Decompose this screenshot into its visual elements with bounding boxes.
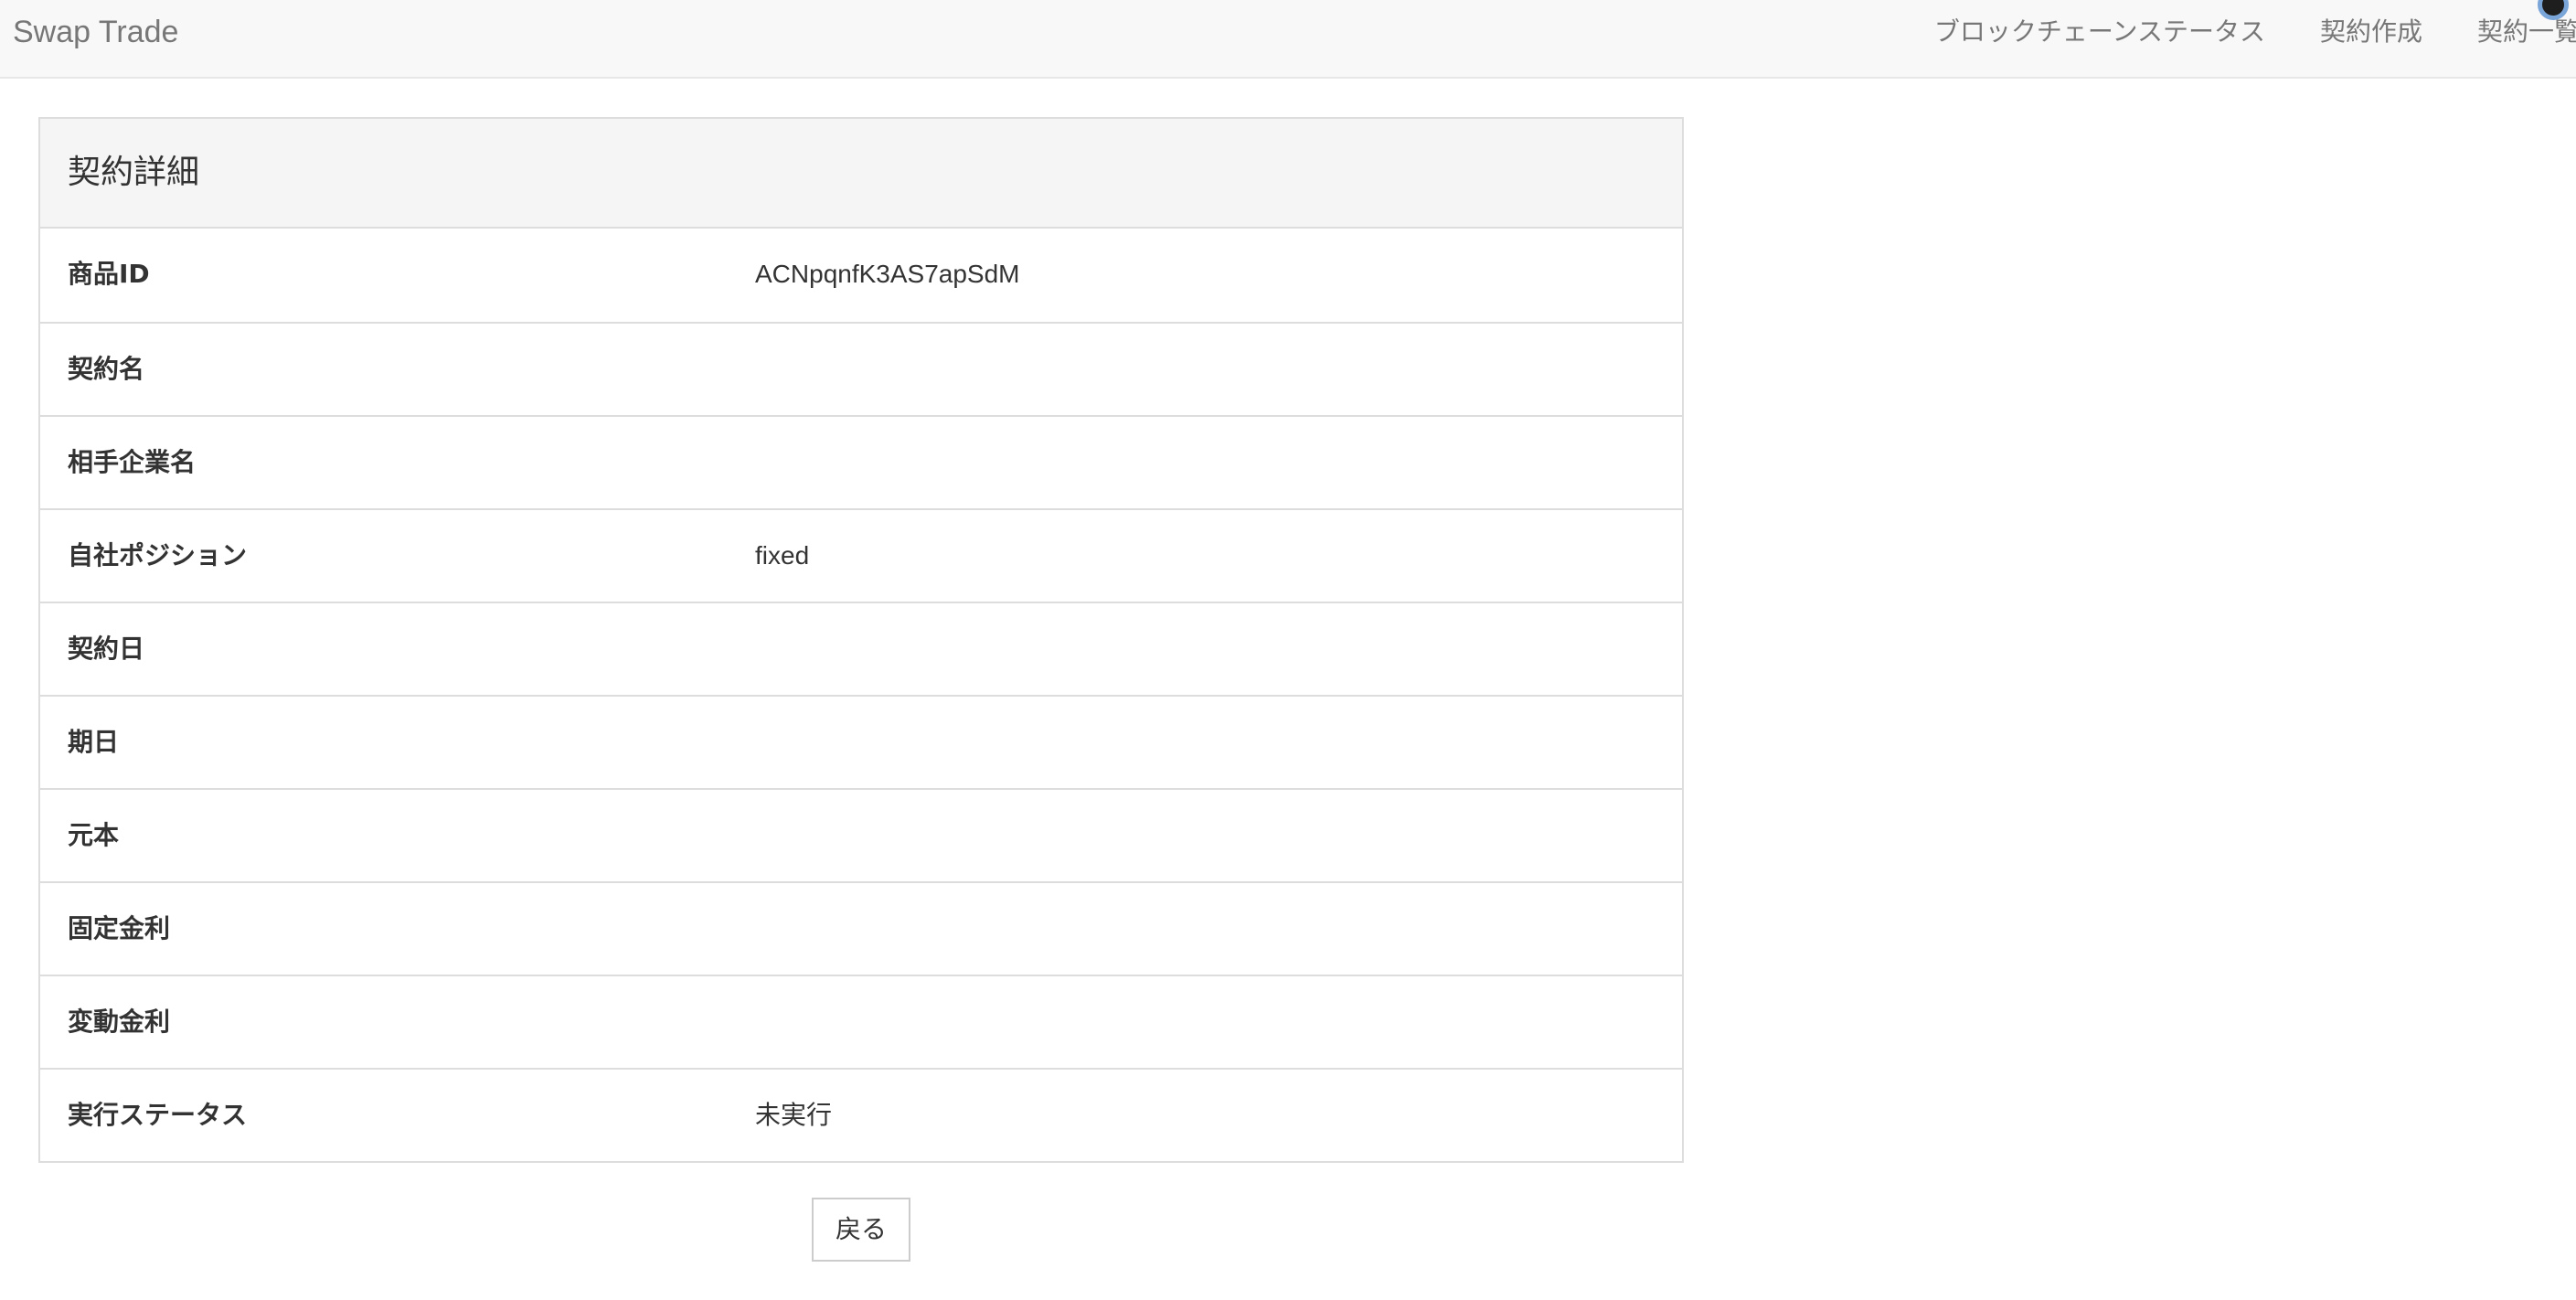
row-value: fixed [755,541,810,570]
row-label: 商品ID [68,259,150,289]
row-label: 契約日 [68,634,145,664]
detail-row-own-position: 自社ポジション fixed [40,508,1682,602]
detail-row-due-date: 期日 [40,695,1682,788]
row-label: 実行ステータス [68,1100,248,1130]
nav-link-blockchain-status[interactable]: ブロックチェーンステータス [1934,0,2265,64]
detail-row-principal: 元本 [40,788,1682,881]
navbar: Swap Trade ブロックチェーンステータス 契約作成 契約一覧 [0,0,2576,79]
detail-table: 商品ID ACNpqnfK3AS7apSdM 契約名 相手企業名 自社ポジション… [40,229,1682,1161]
row-label: 相手企業名 [68,447,197,477]
panel-title: 契約詳細 [40,119,1682,229]
back-button[interactable]: 戻る [812,1198,910,1262]
detail-row-fixed-rate: 固定金利 [40,881,1682,975]
detail-row-contract-date: 契約日 [40,602,1682,695]
row-value: 未実行 [755,1101,833,1129]
detail-row-floating-rate: 変動金利 [40,975,1682,1068]
row-label: 契約名 [68,354,145,384]
row-label: 元本 [68,820,120,850]
brand-link[interactable]: Swap Trade [13,0,178,79]
row-label: 固定金利 [68,913,171,943]
row-label: 自社ポジション [68,540,248,570]
row-label: 変動金利 [68,1007,171,1037]
detail-row-product-id: 商品ID ACNpqnfK3AS7apSdM [40,229,1682,322]
row-label: 期日 [68,727,120,757]
detail-row-counterparty: 相手企業名 [40,415,1682,508]
contract-detail-panel: 契約詳細 商品ID ACNpqnfK3AS7apSdM 契約名 相手企業名 自社… [38,117,1684,1163]
nav-links: ブロックチェーンステータス 契約作成 契約一覧 [1934,0,2576,79]
detail-row-contract-name: 契約名 [40,322,1682,415]
row-value: ACNpqnfK3AS7apSdM [755,260,1020,288]
detail-row-execution-status: 実行ステータス 未実行 [40,1068,1682,1161]
nav-link-create-contract[interactable]: 契約作成 [2320,0,2422,64]
